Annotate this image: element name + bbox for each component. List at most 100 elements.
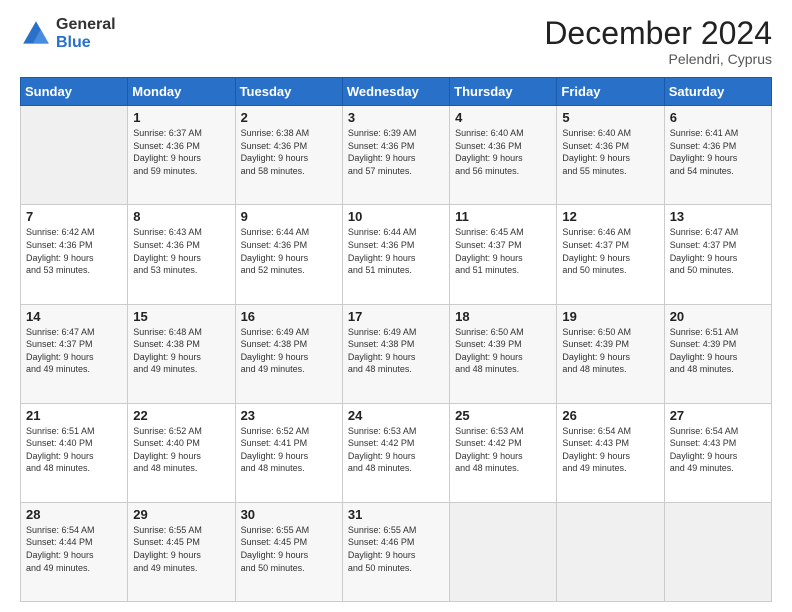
table-row: 23 Sunrise: 6:52 AMSunset: 4:41 PMDayligh… (235, 403, 342, 502)
logo-icon (20, 18, 52, 50)
table-row: 14 Sunrise: 6:47 AMSunset: 4:37 PMDayligh… (21, 304, 128, 403)
table-row: 28Sunrise: 6:54 AMSunset: 4:44 PMDayligh… (21, 502, 128, 601)
table-row: 8Sunrise: 6:43 AMSunset: 4:36 PMDaylight… (128, 205, 235, 304)
day-number: 9 (241, 209, 337, 224)
table-row: 12 Sunrise: 6:46 AMSunset: 4:37 PMDayligh… (557, 205, 664, 304)
day-info: Sunrise: 6:38 AMSunset: 4:36 PMDaylight:… (241, 128, 310, 176)
day-number: 7 (26, 209, 122, 224)
day-number: 14 (26, 309, 122, 324)
logo: General Blue (20, 16, 116, 51)
day-info: Sunrise: 6:40 AMSunset: 4:36 PMDaylight:… (455, 128, 524, 176)
day-number: 29 (133, 507, 229, 522)
day-info: Sunrise: 6:53 AMSunset: 4:42 PMDaylight:… (455, 426, 524, 474)
table-row: 2Sunrise: 6:38 AMSunset: 4:36 PMDaylight… (235, 106, 342, 205)
day-number: 11 (455, 209, 551, 224)
header-row: Sunday Monday Tuesday Wednesday Thursday… (21, 78, 772, 106)
day-info: Sunrise: 6:53 AMSunset: 4:42 PMDaylight:… (348, 426, 417, 474)
day-info: Sunrise: 6:51 AMSunset: 4:39 PMDaylight:… (670, 327, 739, 375)
table-row: 29 Sunrise: 6:55 AMSunset: 4:45 PMDayligh… (128, 502, 235, 601)
day-info: Sunrise: 6:49 AMSunset: 4:38 PMDaylight:… (348, 327, 417, 375)
day-number: 4 (455, 110, 551, 125)
col-monday: Monday (128, 78, 235, 106)
table-row: 6Sunrise: 6:41 AMSunset: 4:36 PMDaylight… (664, 106, 771, 205)
day-info: Sunrise: 6:52 AMSunset: 4:40 PMDaylight:… (133, 426, 202, 474)
day-number: 3 (348, 110, 444, 125)
day-number: 13 (670, 209, 766, 224)
calendar-week-1: 1 Sunrise: 6:37 AMSunset: 4:36 PMDaylight… (21, 106, 772, 205)
day-info: Sunrise: 6:52 AMSunset: 4:41 PMDaylight:… (241, 426, 310, 474)
day-info: Sunrise: 6:49 AMSunset: 4:38 PMDaylight:… (241, 327, 310, 375)
day-number: 23 (241, 408, 337, 423)
table-row: 15 Sunrise: 6:48 AMSunset: 4:38 PMDayligh… (128, 304, 235, 403)
table-row: 9Sunrise: 6:44 AMSunset: 4:36 PMDaylight… (235, 205, 342, 304)
col-friday: Friday (557, 78, 664, 106)
location-subtitle: Pelendri, Cyprus (544, 51, 772, 67)
table-row (664, 502, 771, 601)
day-number: 12 (562, 209, 658, 224)
day-number: 27 (670, 408, 766, 423)
table-row: 7 Sunrise: 6:42 AMSunset: 4:36 PMDaylight… (21, 205, 128, 304)
col-saturday: Saturday (664, 78, 771, 106)
day-number: 6 (670, 110, 766, 125)
day-number: 25 (455, 408, 551, 423)
day-info: Sunrise: 6:46 AMSunset: 4:37 PMDaylight:… (562, 227, 631, 275)
table-row: 17 Sunrise: 6:49 AMSunset: 4:38 PMDayligh… (342, 304, 449, 403)
day-info: Sunrise: 6:37 AMSunset: 4:36 PMDaylight:… (133, 128, 202, 176)
day-info: Sunrise: 6:42 AMSunset: 4:36 PMDaylight:… (26, 227, 95, 275)
table-row: 11 Sunrise: 6:45 AMSunset: 4:37 PMDayligh… (450, 205, 557, 304)
logo-text: General Blue (56, 16, 116, 51)
day-number: 10 (348, 209, 444, 224)
calendar-week-5: 28Sunrise: 6:54 AMSunset: 4:44 PMDayligh… (21, 502, 772, 601)
page: General Blue December 2024 Pelendri, Cyp… (0, 0, 792, 612)
table-row: 19Sunrise: 6:50 AMSunset: 4:39 PMDayligh… (557, 304, 664, 403)
day-info: Sunrise: 6:51 AMSunset: 4:40 PMDaylight:… (26, 426, 95, 474)
table-row: 26 Sunrise: 6:54 AMSunset: 4:43 PMDayligh… (557, 403, 664, 502)
col-tuesday: Tuesday (235, 78, 342, 106)
title-block: December 2024 Pelendri, Cyprus (544, 16, 772, 67)
day-info: Sunrise: 6:55 AMSunset: 4:45 PMDaylight:… (241, 525, 310, 573)
table-row (21, 106, 128, 205)
day-number: 17 (348, 309, 444, 324)
table-row: 20 Sunrise: 6:51 AMSunset: 4:39 PMDayligh… (664, 304, 771, 403)
day-info: Sunrise: 6:55 AMSunset: 4:45 PMDaylight:… (133, 525, 202, 573)
table-row: 1 Sunrise: 6:37 AMSunset: 4:36 PMDaylight… (128, 106, 235, 205)
day-number: 15 (133, 309, 229, 324)
day-number: 31 (348, 507, 444, 522)
day-number: 22 (133, 408, 229, 423)
day-number: 18 (455, 309, 551, 324)
day-number: 1 (133, 110, 229, 125)
col-wednesday: Wednesday (342, 78, 449, 106)
table-row: 16 Sunrise: 6:49 AMSunset: 4:38 PMDayligh… (235, 304, 342, 403)
day-info: Sunrise: 6:45 AMSunset: 4:37 PMDaylight:… (455, 227, 524, 275)
day-info: Sunrise: 6:54 AMSunset: 4:43 PMDaylight:… (670, 426, 739, 474)
table-row (450, 502, 557, 601)
day-number: 26 (562, 408, 658, 423)
day-number: 20 (670, 309, 766, 324)
day-info: Sunrise: 6:50 AMSunset: 4:39 PMDaylight:… (562, 327, 631, 375)
table-row: 22 Sunrise: 6:52 AMSunset: 4:40 PMDayligh… (128, 403, 235, 502)
table-row: 13Sunrise: 6:47 AMSunset: 4:37 PMDayligh… (664, 205, 771, 304)
table-row: 27 Sunrise: 6:54 AMSunset: 4:43 PMDayligh… (664, 403, 771, 502)
day-info: Sunrise: 6:54 AMSunset: 4:44 PMDaylight:… (26, 525, 95, 573)
calendar-table: Sunday Monday Tuesday Wednesday Thursday… (20, 77, 772, 602)
day-info: Sunrise: 6:48 AMSunset: 4:38 PMDaylight:… (133, 327, 202, 375)
table-row: 5 Sunrise: 6:40 AMSunset: 4:36 PMDaylight… (557, 106, 664, 205)
day-number: 30 (241, 507, 337, 522)
day-info: Sunrise: 6:39 AMSunset: 4:36 PMDaylight:… (348, 128, 417, 176)
table-row: 10Sunrise: 6:44 AMSunset: 4:36 PMDayligh… (342, 205, 449, 304)
day-info: Sunrise: 6:54 AMSunset: 4:43 PMDaylight:… (562, 426, 631, 474)
day-info: Sunrise: 6:50 AMSunset: 4:39 PMDaylight:… (455, 327, 524, 375)
table-row: 30 Sunrise: 6:55 AMSunset: 4:45 PMDayligh… (235, 502, 342, 601)
day-number: 5 (562, 110, 658, 125)
day-number: 16 (241, 309, 337, 324)
table-row: 4 Sunrise: 6:40 AMSunset: 4:36 PMDaylight… (450, 106, 557, 205)
day-number: 24 (348, 408, 444, 423)
day-number: 8 (133, 209, 229, 224)
header: General Blue December 2024 Pelendri, Cyp… (20, 16, 772, 67)
day-info: Sunrise: 6:47 AMSunset: 4:37 PMDaylight:… (26, 327, 95, 375)
calendar-week-4: 21Sunrise: 6:51 AMSunset: 4:40 PMDayligh… (21, 403, 772, 502)
col-sunday: Sunday (21, 78, 128, 106)
month-title: December 2024 (544, 16, 772, 51)
table-row: 25 Sunrise: 6:53 AMSunset: 4:42 PMDayligh… (450, 403, 557, 502)
day-info: Sunrise: 6:40 AMSunset: 4:36 PMDaylight:… (562, 128, 631, 176)
